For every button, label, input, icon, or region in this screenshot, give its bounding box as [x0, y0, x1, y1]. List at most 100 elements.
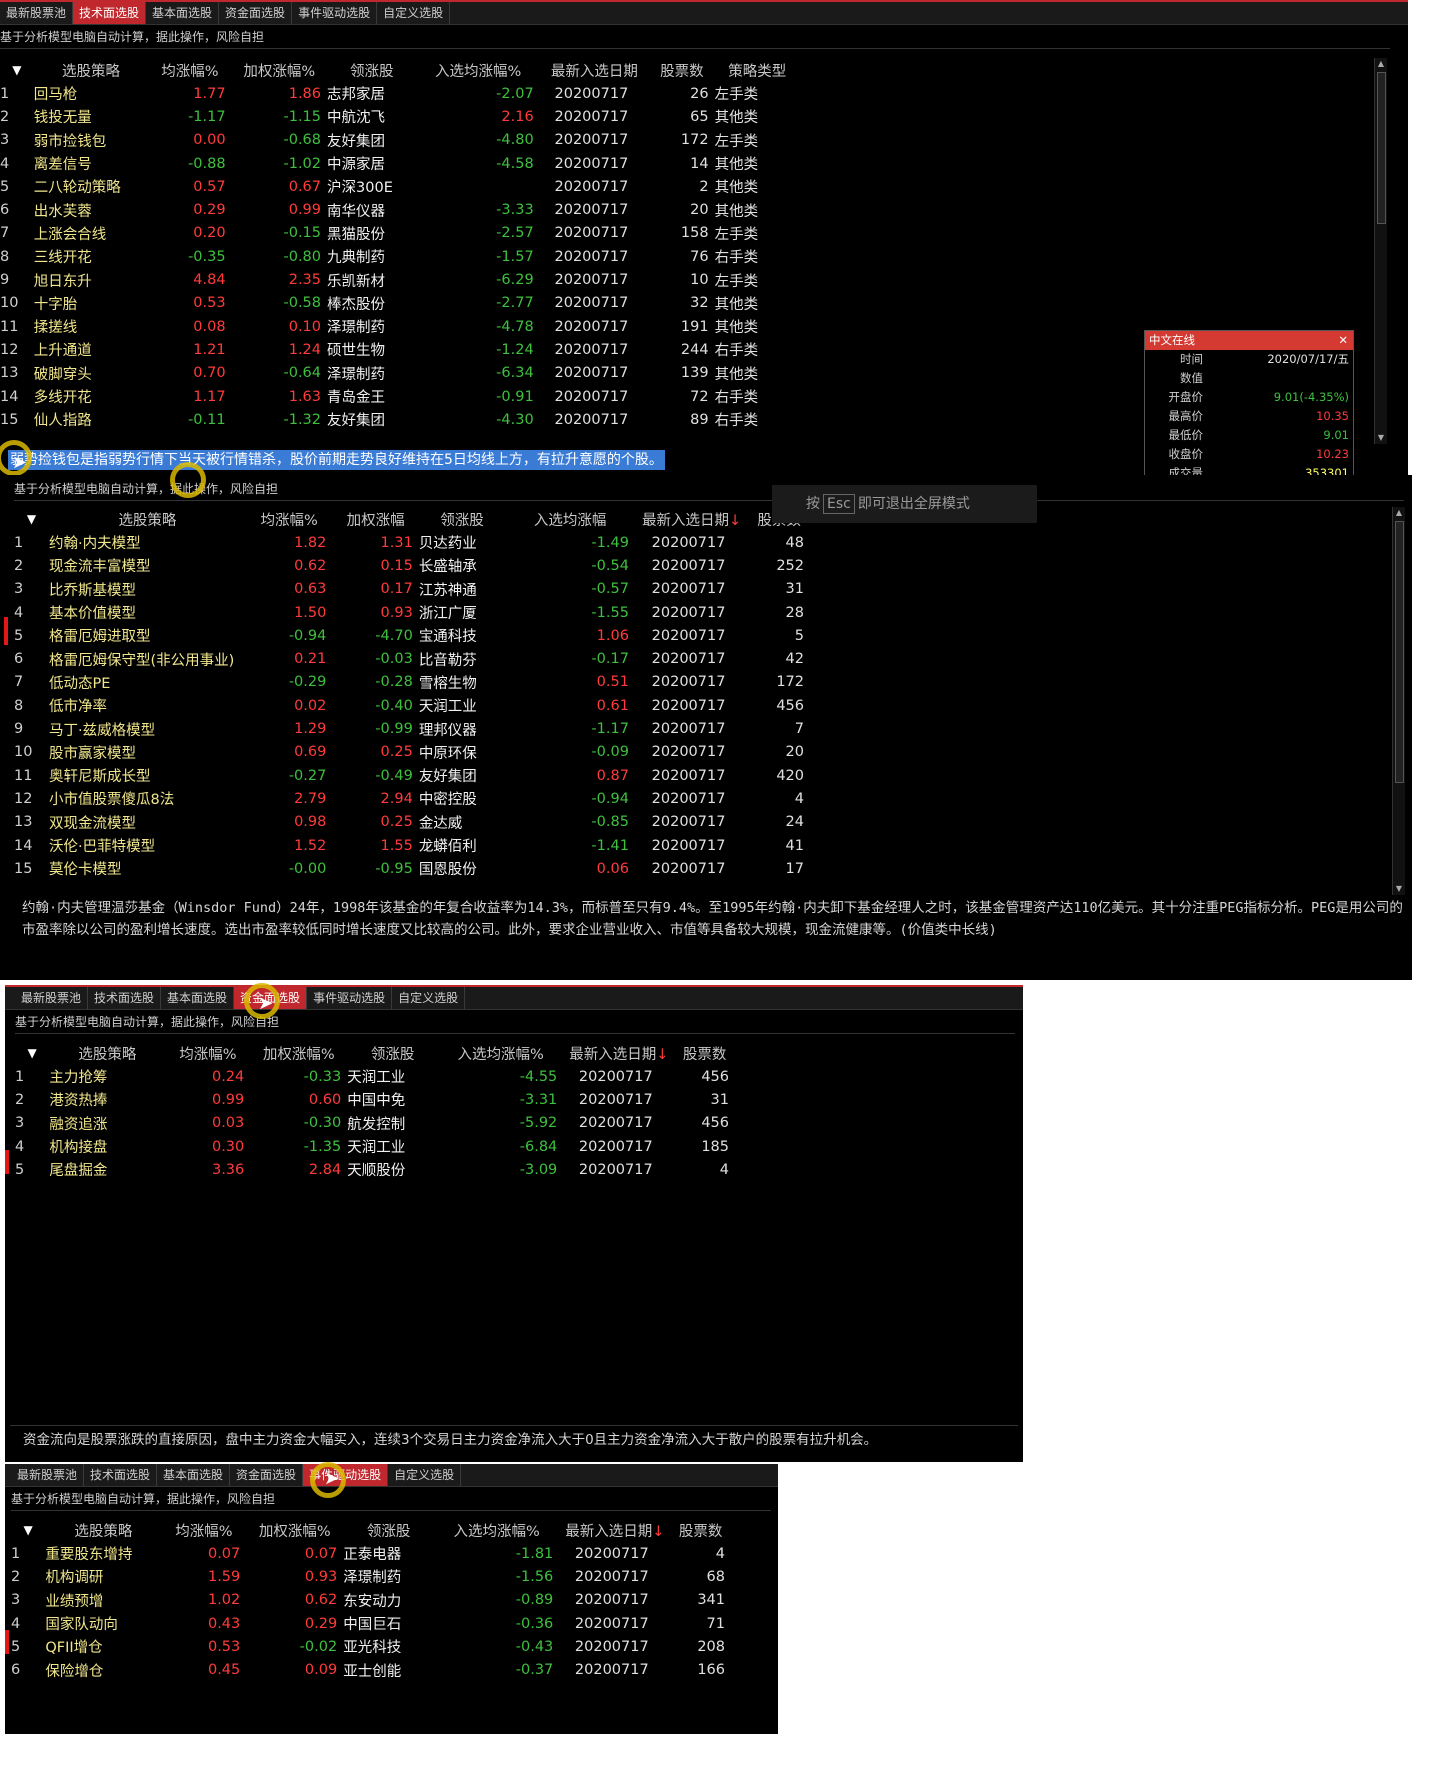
table-row[interactable]: 8 三线开花 -0.35 -0.80 九典制药 -1.57 20200717 76 右手类 — [0, 245, 800, 268]
tab-2[interactable]: 基本面选股 — [161, 987, 235, 1009]
column-header[interactable]: 领涨股 — [347, 1041, 438, 1065]
table-row[interactable]: 2 港资热捧 0.99 0.60 中国中免 -3.31 20200717 31 — [15, 1088, 735, 1111]
table-row[interactable]: 7 上涨会合线 0.20 -0.15 黑猫股份 -2.57 20200717 158 左手类 — [0, 222, 800, 245]
table-row[interactable]: 11 揉搓线 0.08 0.10 泽璟制药 -4.78 20200717 191 其他类 — [0, 315, 800, 338]
row-index: 3 — [14, 581, 24, 598]
table-row[interactable]: 2 现金流丰富模型 0.62 0.15 长盛轴承 -0.54 20200717 252 — [14, 554, 810, 577]
table-row[interactable]: 6 格雷厄姆保守型(非公用事业) 0.21 -0.03 比音勒芬 -0.17 2020071… — [14, 647, 810, 670]
mouse-cursor-icon: ➤ — [12, 452, 28, 473]
column-header[interactable]: 最新入选日期↓ — [559, 1518, 670, 1542]
column-header[interactable]: 均涨幅% — [148, 58, 231, 82]
table-row[interactable]: 5 尾盘掘金 3.36 2.84 天顺股份 -3.09 20200717 4 — [15, 1158, 735, 1181]
table-row[interactable]: 5 QFII增仓 0.53 -0.02 亚光科技 -0.43 20200717 208 — [11, 1635, 731, 1658]
column-header[interactable]: 领涨股 — [343, 1518, 434, 1542]
column-header[interactable]: 入选均涨幅% — [417, 58, 540, 82]
table-row[interactable]: 1 约翰·内夫模型 1.82 1.31 贝达药业 -1.49 20200717 48 — [14, 531, 810, 554]
table-row[interactable]: 13 破脚穿头 0.70 -0.64 泽璟制药 -6.34 20200717 139 其他类 — [0, 362, 800, 385]
column-header[interactable]: 加权涨幅 — [332, 507, 418, 531]
tab-0[interactable]: 最新股票池 — [15, 987, 89, 1009]
table-row[interactable]: 5 二八轮动策略 0.57 0.67 沪深300E 20200717 2 其他类 — [0, 175, 800, 198]
table-row[interactable]: 5 格雷厄姆进取型 -0.94 -4.70 宝通科技 1.06 20200717 5 — [14, 624, 810, 647]
sort-icon[interactable]: ▼ — [15, 1041, 49, 1065]
column-header[interactable]: 领涨股 — [419, 507, 505, 531]
column-header[interactable]: 入选均涨幅% — [434, 1518, 559, 1542]
table-row[interactable]: 14 多线开花 1.17 1.63 青岛金王 -0.91 20200717 72 右手类 — [0, 385, 800, 408]
table-row[interactable]: 11 奥轩尼斯成长型 -0.27 -0.49 友好集团 0.87 20200717 420 — [14, 764, 810, 787]
latest-date: 20200717 — [578, 1091, 653, 1108]
column-header[interactable]: 最新入选日期↓ — [563, 1041, 674, 1065]
table-row[interactable]: 1 主力抢筹 0.24 -0.33 天润工业 -4.55 20200717 456 — [15, 1065, 735, 1088]
column-header[interactable]: 股票数 — [674, 1041, 735, 1065]
table-row[interactable]: 12 上升通道 1.21 1.24 硕世生物 -1.24 20200717 244 右手类 — [0, 338, 800, 361]
tab-3[interactable]: 资金面选股 — [230, 1464, 304, 1486]
table-row[interactable]: 12 小市值股票傻瓜8法 2.79 2.94 中密控股 -0.94 20200717 4 — [14, 787, 810, 810]
entry-avg-change: -4.80 — [496, 132, 534, 149]
table-row[interactable]: 4 离差信号 -0.88 -1.02 中源家居 -4.58 20200717 14 其他类 — [0, 152, 800, 175]
tab-5[interactable]: 自定义选股 — [388, 1464, 462, 1486]
table-row[interactable]: 1 重要股东增持 0.07 0.07 正泰电器 -1.81 20200717 4 — [11, 1542, 731, 1565]
column-header[interactable]: 入选均涨幅 — [505, 507, 635, 531]
table-row[interactable]: 14 沃伦·巴菲特模型 1.52 1.55 龙蟒佰利 -1.41 20200717 41 — [14, 834, 810, 857]
table-row[interactable]: 10 十字胎 0.53 -0.58 棒杰股份 -2.77 20200717 32 其他类 — [0, 292, 800, 315]
mouse-cursor-icon: ➤ — [258, 993, 274, 1014]
tab-4[interactable]: 事件驱动选股 — [307, 987, 393, 1009]
table-row[interactable]: 3 业绩预增 1.02 0.62 东安动力 -0.89 20200717 341 — [11, 1589, 731, 1612]
tab-1[interactable]: 技术面选股 — [88, 987, 162, 1009]
table-row[interactable]: 10 股市赢家模型 0.69 0.25 中原环保 -0.09 20200717 20 — [14, 741, 810, 764]
table-row[interactable]: 9 旭日东升 4.84 2.35 乐凯新材 -6.29 20200717 10 左手类 — [0, 268, 800, 291]
esc-hint: 按 Esc 即可退出全屏模式 — [772, 485, 1037, 523]
column-header[interactable]: 股票数 — [670, 1518, 731, 1542]
column-header[interactable]: 选股策略 — [49, 1041, 165, 1065]
tab-0[interactable]: 最新股票池 — [11, 1464, 85, 1486]
table-row[interactable]: 3 弱市捡钱包 0.00 -0.68 友好集团 -4.80 20200717 172 左手类 — [0, 129, 800, 152]
column-header[interactable]: 均涨幅% — [165, 1041, 250, 1065]
column-header[interactable]: 加权涨幅% — [232, 58, 327, 82]
tab-1[interactable]: 技术面选股 — [73, 2, 147, 24]
column-header[interactable]: 加权涨幅% — [250, 1041, 347, 1065]
tab-0[interactable]: 最新股票池 — [0, 2, 74, 24]
table-row[interactable]: 9 马丁·兹威格模型 1.29 -0.99 理邦仪器 -1.17 20200717 7 — [14, 717, 810, 740]
table-row[interactable]: 4 机构接盘 0.30 -1.35 天润工业 -6.84 20200717 185 — [15, 1135, 735, 1158]
table-row[interactable]: 6 出水芙蓉 0.29 0.99 南华仪器 -3.33 20200717 20 其他类 — [0, 198, 800, 221]
table-row[interactable]: 15 仙人指路 -0.11 -1.32 友好集团 -4.30 20200717 89 右手类 — [0, 408, 800, 431]
sort-icon[interactable]: ▼ — [14, 507, 49, 531]
table-row[interactable]: 7 低动态PE -0.29 -0.28 雪榕生物 0.51 20200717 172 — [14, 671, 810, 694]
column-header[interactable]: 选股策略 — [34, 58, 148, 82]
sort-icon[interactable]: ▼ — [11, 1518, 45, 1542]
tab-2[interactable]: 基本面选股 — [157, 1464, 231, 1486]
table-row[interactable]: 3 比乔斯基模型 0.63 0.17 江苏神通 -0.57 20200717 31 — [14, 578, 810, 601]
column-header[interactable]: 加权涨幅% — [246, 1518, 343, 1542]
table-row[interactable]: 2 机构调研 1.59 0.93 泽璟制药 -1.56 20200717 68 — [11, 1565, 731, 1588]
column-header[interactable]: 选股策略 — [45, 1518, 161, 1542]
column-header[interactable]: 最新入选日期 — [540, 58, 649, 82]
column-header[interactable]: 均涨幅% — [161, 1518, 246, 1542]
table-row[interactable]: 4 基本价值模型 1.50 0.93 浙江广厦 -1.55 20200717 28 — [14, 601, 810, 624]
table-row[interactable]: 4 国家队动向 0.43 0.29 中国巨石 -0.36 20200717 71 — [11, 1612, 731, 1635]
table-row[interactable]: 3 融资追涨 0.03 -0.30 航发控制 -5.92 20200717 456 — [15, 1112, 735, 1135]
table-row[interactable]: 2 钱投无量 -1.17 -1.15 中航沈飞 2.16 20200717 65 其他类 — [0, 105, 800, 128]
tab-5[interactable]: 自定义选股 — [392, 987, 466, 1009]
column-header[interactable]: 选股策略 — [49, 507, 246, 531]
column-header[interactable]: 策略类型 — [715, 58, 800, 82]
table-header: ▼ 选股策略 均涨幅% 加权涨幅% 领涨股 入选均涨幅% 最新入选日期 股票数 策略类型 — [0, 58, 800, 82]
column-header[interactable]: 均涨幅% — [246, 507, 332, 531]
scrollbar[interactable]: ▲ ▼ — [1374, 58, 1387, 444]
tab-3[interactable]: 资金面选股 — [219, 2, 293, 24]
column-header[interactable]: 入选均涨幅% — [438, 1041, 563, 1065]
table-row[interactable]: 15 莫伦卡模型 -0.00 -0.95 国恩股份 0.06 20200717 17 — [14, 857, 810, 880]
column-header[interactable]: 领涨股 — [327, 58, 417, 82]
column-header[interactable]: 最新入选日期↓ — [635, 507, 748, 531]
table-row[interactable]: 8 低市净率 0.02 -0.40 天润工业 0.61 20200717 456 — [14, 694, 810, 717]
table-row[interactable]: 13 双现金流模型 0.98 0.25 金达威 -0.85 20200717 24 — [14, 811, 810, 834]
column-header[interactable]: 股票数 — [649, 58, 714, 82]
scrollbar[interactable]: ▲ ▼ — [1392, 507, 1405, 895]
tab-5[interactable]: 自定义选股 — [377, 2, 451, 24]
tab-1[interactable]: 技术面选股 — [84, 1464, 158, 1486]
latest-date: 20200717 — [651, 790, 726, 807]
tab-4[interactable]: 事件驱动选股 — [292, 2, 378, 24]
close-icon[interactable]: ✕ — [1338, 331, 1348, 350]
tab-2[interactable]: 基本面选股 — [146, 2, 220, 24]
table-row[interactable]: 1 回马枪 1.77 1.86 志邦家居 -2.07 20200717 26 左手类 — [0, 82, 800, 105]
sort-icon[interactable]: ▼ — [0, 58, 34, 82]
table-row[interactable]: 6 保险增仓 0.45 0.09 亚士创能 -0.37 20200717 166 — [11, 1658, 731, 1681]
